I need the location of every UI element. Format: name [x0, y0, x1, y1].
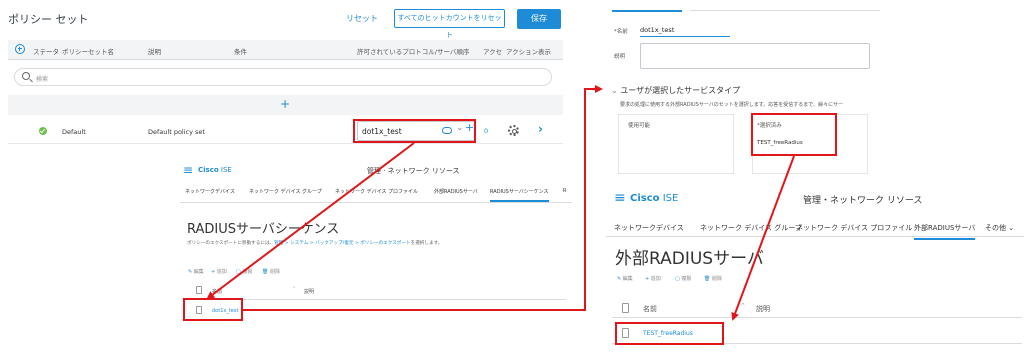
arrow-protocol-to-sequence — [206, 142, 415, 300]
annotation-arrows — [206, 85, 795, 321]
arrow-selected-to-server — [731, 155, 795, 321]
arrow-sequence-to-detail — [243, 85, 603, 311]
